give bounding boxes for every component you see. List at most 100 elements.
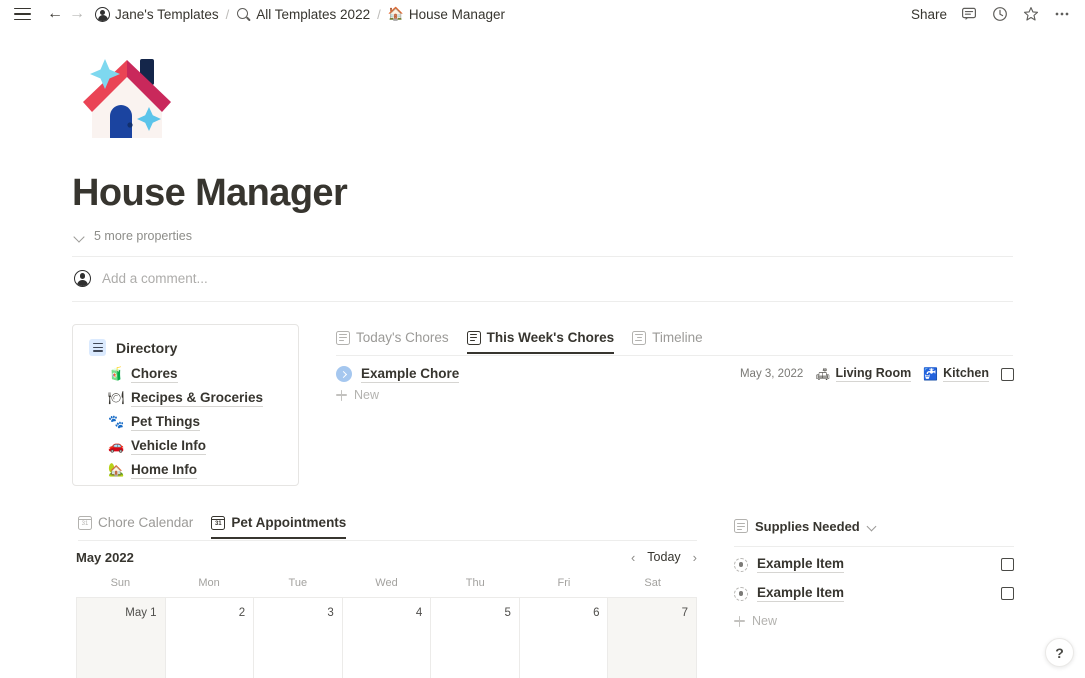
supply-checkbox[interactable] — [1001, 558, 1014, 571]
weekday-label: Thu — [465, 577, 485, 589]
tab-pet-appointments[interactable]: 31 Pet Appointments — [211, 515, 347, 539]
breadcrumb-item-house-manager[interactable]: 🏠 House Manager — [388, 7, 505, 22]
tab-label: Timeline — [652, 330, 703, 345]
chores-new-row[interactable]: New — [336, 388, 379, 402]
divider — [734, 546, 1014, 547]
calendar-cell[interactable]: 3 — [254, 598, 343, 678]
chevron-down-icon[interactable] — [867, 521, 877, 531]
calendar-date-label: May 1 — [125, 607, 157, 619]
calendar-cell[interactable]: 4 — [342, 598, 432, 678]
calendar-cell[interactable]: 2 — [165, 598, 255, 678]
directory-item-home-info[interactable]: 🏡 Home Info — [108, 458, 282, 482]
history-icon[interactable] — [991, 5, 1009, 23]
calendar-date-label: 6 — [593, 607, 600, 619]
paw-prints-icon: 🐾 — [108, 414, 125, 430]
breadcrumb: ← → Jane's Templates / All Templates 202… — [14, 4, 911, 24]
supply-name[interactable]: Example Item — [757, 556, 845, 573]
table-row[interactable]: Example Chore May 3, 2022 🛋 Living Room … — [336, 363, 1014, 385]
calendar-date-label: 2 — [238, 607, 246, 619]
add-comment-row[interactable]: Add a comment... — [74, 270, 208, 287]
list-view-icon — [336, 330, 350, 345]
directory-item-recipes-groceries[interactable]: 🍽 Recipes & Groceries — [108, 386, 282, 410]
tab-label: Chore Calendar — [98, 515, 194, 530]
share-button[interactable]: Share — [911, 7, 947, 22]
plus-icon — [336, 389, 347, 401]
calendar-nav: ‹ Today › — [631, 550, 697, 564]
list-item[interactable]: Example Item — [734, 553, 1014, 576]
comments-icon[interactable] — [960, 5, 978, 23]
chore-name[interactable]: Example Chore — [361, 366, 460, 383]
favorite-icon[interactable] — [1022, 5, 1040, 23]
plus-icon — [734, 615, 745, 627]
user-avatar-icon — [74, 270, 91, 287]
house-with-sparkles-icon[interactable] — [74, 50, 180, 142]
directory-item-label: Vehicle Info — [131, 437, 207, 455]
tab-label: This Week's Chores — [486, 330, 615, 345]
divider — [72, 256, 1013, 257]
calendar-view-icon: 31 — [211, 515, 226, 530]
help-button[interactable]: ? — [1045, 638, 1074, 667]
list-view-icon — [734, 519, 748, 533]
directory-header[interactable]: Directory — [89, 339, 282, 356]
supply-name[interactable]: Example Item — [757, 585, 845, 602]
breadcrumb-label: All Templates 2022 — [256, 6, 371, 22]
chore-date: May 3, 2022 — [739, 368, 804, 380]
notion-page: ← → Jane's Templates / All Templates 202… — [0, 0, 1085, 678]
directory-items: 🧃 Chores 🍽 Recipes & Groceries 🐾 Pet Thi… — [108, 362, 282, 482]
calendar-today-button[interactable]: Today — [647, 550, 680, 564]
comment-input-placeholder[interactable]: Add a comment... — [102, 271, 208, 286]
tab-timeline[interactable]: Timeline — [632, 330, 703, 354]
chevron-right-icon[interactable]: › — [693, 551, 697, 564]
supplies-title: Supplies Needed — [755, 518, 860, 534]
page-title[interactable]: House Manager — [72, 172, 348, 215]
list-item[interactable]: Example Item — [734, 582, 1014, 605]
hamburger-menu-icon[interactable] — [14, 7, 32, 21]
couch-icon: 🛋 — [815, 367, 831, 381]
tab-chore-calendar[interactable]: 31 Chore Calendar — [78, 515, 193, 539]
list-view-icon — [466, 330, 481, 345]
more-properties-toggle[interactable]: 5 more properties — [74, 229, 192, 243]
database-list-icon — [89, 339, 106, 356]
user-avatar-icon — [95, 6, 110, 22]
arrow-right-icon[interactable]: → — [67, 4, 87, 24]
juice-box-icon: 🧃 — [108, 366, 125, 382]
more-properties-label: 5 more properties — [94, 229, 192, 243]
breadcrumb-item-all-templates[interactable]: All Templates 2022 — [236, 7, 370, 22]
weekday-label: Sun — [110, 577, 131, 589]
tab-this-weeks-chores[interactable]: This Week's Chores — [466, 330, 615, 354]
calendar-cell[interactable]: 6 — [519, 598, 609, 678]
supplies-new-row[interactable]: New — [734, 614, 1014, 628]
directory-item-vehicle-info[interactable]: 🚗 Vehicle Info — [108, 434, 282, 458]
search-icon — [236, 7, 251, 22]
breadcrumb-label: Jane's Templates — [115, 6, 219, 22]
chore-done-checkbox[interactable] — [1001, 367, 1014, 381]
directory-item-pet-things[interactable]: 🐾 Pet Things — [108, 410, 282, 434]
timeline-view-icon — [632, 330, 647, 345]
directory-item-chores[interactable]: 🧃 Chores — [108, 362, 282, 386]
new-label: New — [354, 388, 380, 402]
supplies-needed-panel: Supplies Needed Example Item Example Ite… — [734, 516, 1014, 628]
plate-cutlery-icon: 🍽 — [108, 390, 125, 406]
calendar-cell[interactable]: May 1 — [77, 598, 166, 678]
weekday-label: Tue — [288, 577, 308, 589]
chore-tag-kitchen[interactable]: 🚰 Kitchen — [923, 366, 989, 382]
chores-tabbar: Today's Chores This Week's Chores Timeli… — [336, 330, 703, 354]
tab-todays-chores[interactable]: Today's Chores — [336, 330, 449, 354]
divider — [336, 355, 1013, 356]
supplies-header[interactable]: Supplies Needed — [734, 516, 1014, 536]
calendar-cell[interactable]: 7 — [608, 598, 698, 678]
page-dot-icon — [734, 557, 748, 572]
supply-checkbox[interactable] — [1001, 587, 1014, 600]
new-label: New — [752, 614, 778, 628]
more-options-icon[interactable] — [1053, 5, 1071, 23]
arrow-left-icon[interactable]: ← — [45, 4, 65, 24]
weekday-label: Mon — [198, 577, 220, 589]
divider — [72, 301, 1013, 302]
tab-label: Today's Chores — [356, 330, 449, 345]
calendar-view-icon: 31 — [78, 515, 92, 530]
chore-tag-living-room[interactable]: 🛋 Living Room — [815, 366, 912, 382]
breadcrumb-item-workspace[interactable]: Jane's Templates — [95, 6, 219, 22]
chevron-left-icon[interactable]: ‹ — [631, 551, 635, 564]
expand-page-icon[interactable] — [336, 366, 352, 382]
calendar-cell[interactable]: 5 — [431, 598, 520, 678]
